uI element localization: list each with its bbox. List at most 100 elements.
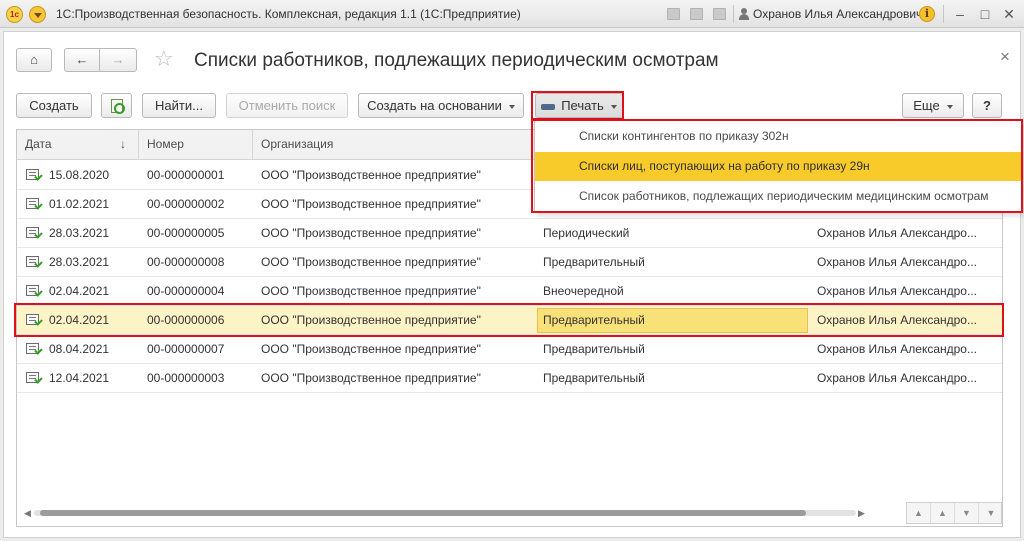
cell-number: 00-000000007 <box>147 342 225 356</box>
cell-number: 00-000000002 <box>147 197 225 211</box>
cell-exam-type: Предварительный <box>543 371 645 385</box>
cell-responsible: Охранов Илья Александро... <box>817 284 977 298</box>
preview-icon[interactable] <box>713 8 726 20</box>
cell-organization: ООО "Производственное предприятие" <box>261 371 481 385</box>
cell-date: 28.03.2021 <box>49 226 110 240</box>
list-navigation: ▲ ▲ ▼ ▼ <box>906 502 1002 524</box>
posted-document-icon <box>26 372 39 383</box>
go-to-last-icon[interactable]: ▼ <box>979 503 1003 523</box>
page-down-icon[interactable]: ▼ <box>955 503 979 523</box>
posted-document-icon <box>26 169 39 180</box>
cell-exam-type: Предварительный <box>543 313 645 327</box>
go-to-first-icon[interactable]: ▲ <box>907 503 931 523</box>
cell-responsible: Охранов Илья Александро... <box>817 371 977 385</box>
posted-document-icon <box>26 343 39 354</box>
separator <box>943 5 944 23</box>
column-header-label: Дата <box>25 137 52 151</box>
scroll-left-icon[interactable]: ◀ <box>24 508 31 518</box>
cell-exam-type: Периодический <box>543 226 630 240</box>
scroll-right-icon[interactable]: ▶ <box>858 508 865 518</box>
cell-date: 12.04.2021 <box>49 371 110 385</box>
close-form-button[interactable]: × <box>995 47 1015 67</box>
user-name[interactable]: Охранов Илья Александрович <box>753 7 922 21</box>
cell-number: 00-000000006 <box>147 313 225 327</box>
maximize-button[interactable]: □ <box>975 4 995 24</box>
cell-responsible: Охранов Илья Александро... <box>817 255 977 269</box>
minimize-button[interactable]: – <box>950 4 970 24</box>
print-menu-item-new-hires-29n[interactable]: Списки лиц, поступающих на работу по при… <box>535 152 1022 181</box>
cell-responsible: Охранов Илья Александро... <box>817 313 977 327</box>
table-row[interactable]: 28.03.2021 00-000000005 ООО "Производствен… <box>17 219 1002 248</box>
cell-exam-type: Внеочередной <box>543 284 624 298</box>
printer-icon <box>541 100 556 114</box>
chevron-down-icon <box>610 104 617 109</box>
create-based-on-button[interactable]: Создать на основании <box>358 93 524 118</box>
scroll-thumb[interactable] <box>40 510 806 516</box>
chevron-down-icon <box>946 104 953 109</box>
close-window-button[interactable]: ✕ <box>999 4 1019 24</box>
cell-organization: ООО "Производственное предприятие" <box>261 226 481 240</box>
column-header-organization[interactable]: Организация <box>253 130 537 160</box>
horizontal-scrollbar[interactable]: ◀ ▶ <box>24 508 866 518</box>
info-icon[interactable]: i <box>919 6 935 22</box>
cell-exam-type: Предварительный <box>543 255 645 269</box>
find-button[interactable]: Найти... <box>142 93 216 118</box>
cell-organization: ООО "Производственное предприятие" <box>261 342 481 356</box>
print-label: Печать <box>561 98 604 113</box>
main-menu-button[interactable] <box>29 6 46 23</box>
print-menu-item-periodic-exams-list[interactable]: Список работников, подлежащих периодичес… <box>535 182 1022 211</box>
cell-organization: ООО "Производственное предприятие" <box>261 197 481 211</box>
cell-date: 02.04.2021 <box>49 313 110 327</box>
posted-document-icon <box>26 227 39 238</box>
create-based-on-label: Создать на основании <box>367 98 502 113</box>
cell-organization: ООО "Производственное предприятие" <box>261 284 481 298</box>
cell-date: 28.03.2021 <box>49 255 110 269</box>
copy-document-icon <box>110 99 125 114</box>
chevron-down-icon <box>508 104 515 109</box>
forward-button[interactable]: → <box>99 48 137 72</box>
column-header-number[interactable]: Номер <box>139 130 253 160</box>
sort-arrow-icon: ↓ <box>120 137 126 151</box>
app-logo-icon: 1c <box>6 6 23 23</box>
posted-document-icon <box>26 314 39 325</box>
cell-date: 08.04.2021 <box>49 342 110 356</box>
cancel-search-button[interactable]: Отменить поиск <box>226 93 348 118</box>
more-label: Еще <box>913 98 940 113</box>
separator <box>733 5 734 23</box>
app-title: 1С:Производственная безопасность. Компле… <box>56 7 521 21</box>
save-icon[interactable] <box>667 8 680 20</box>
create-button[interactable]: Создать <box>16 93 92 118</box>
print-menu-item-contingents-302n[interactable]: Списки контингентов по приказу 302н <box>535 122 1022 151</box>
cell-number: 00-000000008 <box>147 255 225 269</box>
favorite-star-icon[interactable]: ☆ <box>154 47 174 71</box>
page-title: Списки работников, подлежащих периодичес… <box>194 50 719 71</box>
print-button[interactable]: Печать <box>535 93 623 118</box>
copy-document-button[interactable] <box>101 93 132 118</box>
cell-date: 01.02.2021 <box>49 197 110 211</box>
table-row[interactable]: 02.04.2021 00-000000004 ООО "Производствен… <box>17 277 1002 306</box>
cell-organization: ООО "Производственное предприятие" <box>261 313 481 327</box>
cell-date: 02.04.2021 <box>49 284 110 298</box>
posted-document-icon <box>26 256 39 267</box>
cell-responsible: Охранов Илья Александро... <box>817 226 977 240</box>
cell-responsible: Охранов Илья Александро... <box>817 342 977 356</box>
cell-number: 00-000000003 <box>147 371 225 385</box>
title-bar: 1c 1С:Производственная безопасность. Ком… <box>0 0 1024 28</box>
print-icon[interactable] <box>690 8 703 20</box>
page-up-icon[interactable]: ▲ <box>931 503 955 523</box>
table-row[interactable]: 08.04.2021 00-000000007 ООО "Производствен… <box>17 335 1002 364</box>
cell-number: 00-000000004 <box>147 284 225 298</box>
table-row[interactable]: 28.03.2021 00-000000008 ООО "Производствен… <box>17 248 1002 277</box>
cell-exam-type: Предварительный <box>543 342 645 356</box>
more-button[interactable]: Еще <box>902 93 964 118</box>
column-header-date[interactable]: Дата ↓ <box>17 130 139 160</box>
table-row[interactable]: 12.04.2021 00-000000003 ООО "Производствен… <box>17 364 1002 393</box>
table-row[interactable]: 02.04.2021 00-000000006 ООО "Производствен… <box>17 306 1002 335</box>
home-button[interactable]: ⌂ <box>16 48 52 72</box>
column-header-label: Организация <box>261 137 334 151</box>
print-dropdown-menu: Списки контингентов по приказу 302н Спис… <box>534 120 1023 212</box>
back-button[interactable]: ← <box>64 48 100 72</box>
cell-organization: ООО "Производственное предприятие" <box>261 168 481 182</box>
help-button[interactable]: ? <box>972 93 1002 118</box>
posted-document-icon <box>26 285 39 296</box>
